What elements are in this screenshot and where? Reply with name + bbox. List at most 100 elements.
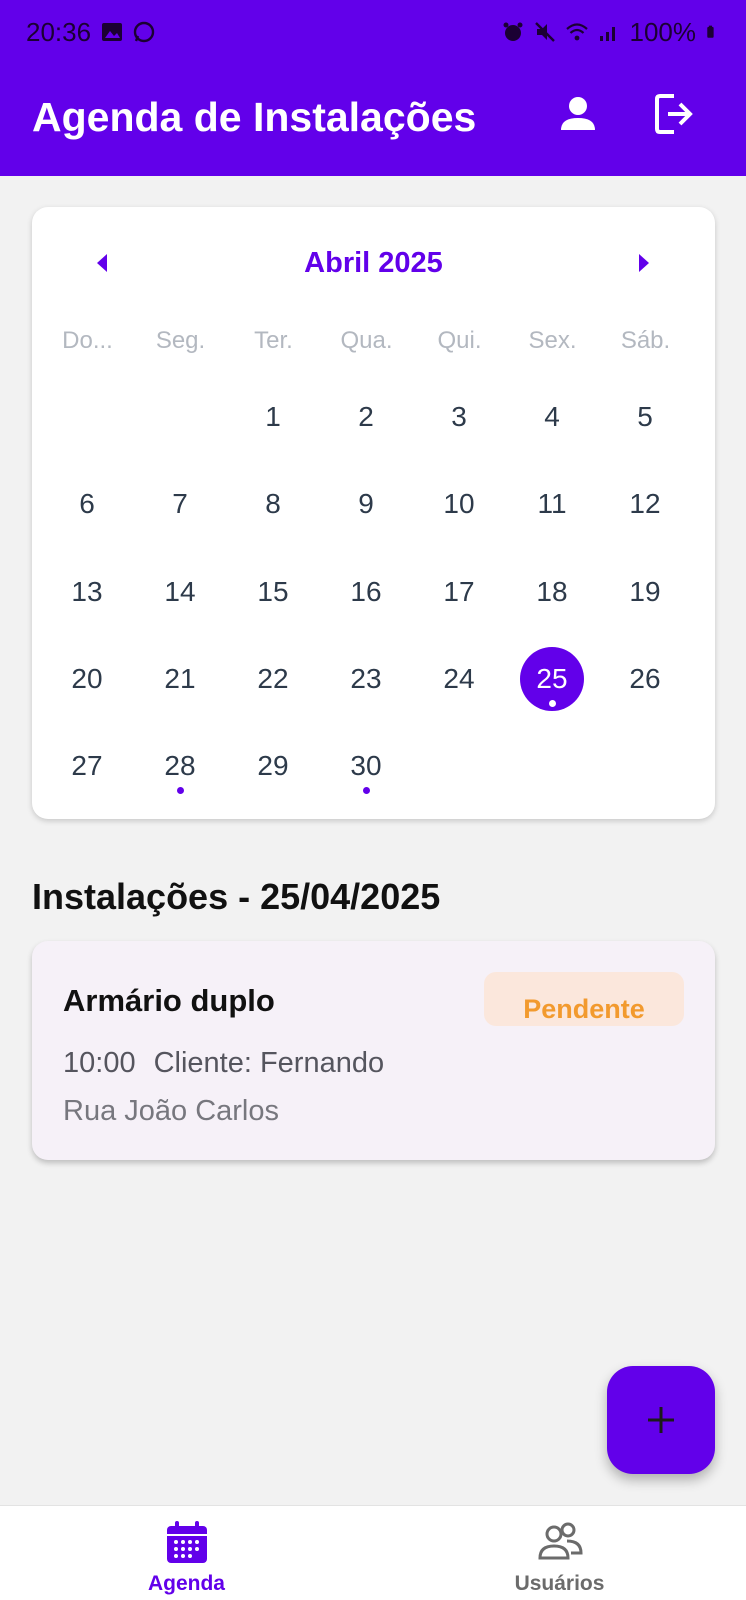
calendar-day-number: 14 [164, 576, 196, 607]
calendar-day-number: 18 [536, 576, 568, 607]
installation-client: Cliente: Fernando [153, 1047, 385, 1079]
person-icon [561, 97, 595, 130]
calendar-day-number: 2 [358, 401, 374, 432]
calendar-day-selected[interactable]: 25 [520, 647, 584, 711]
calendar-day[interactable]: 7 [148, 472, 212, 536]
calendar-day[interactable]: 10 [427, 472, 491, 536]
calendar-day[interactable]: 11 [520, 472, 584, 536]
weekday-label: Sáb. [620, 327, 671, 354]
calendar-day-number: 28 [164, 750, 196, 781]
status-badge: Pendente [484, 972, 684, 1026]
event-indicator-dot [363, 787, 370, 794]
calendar-day-number: 3 [451, 401, 467, 432]
mute-icon [534, 22, 555, 42]
calendar-day[interactable]: 17 [427, 560, 491, 624]
calendar-day-number: 16 [350, 576, 382, 607]
calendar-day[interactable]: 26 [613, 647, 677, 711]
status-time: 20:36 [26, 16, 92, 47]
calendar-day-number: 13 [71, 576, 103, 607]
calendar-day-number: 7 [172, 488, 188, 519]
calendar-day[interactable]: 21 [148, 647, 212, 711]
calendar-day[interactable]: 22 [241, 647, 305, 711]
installation-details: 10:00 Cliente: Fernando [63, 1047, 384, 1080]
calendar-day[interactable]: 1 [241, 385, 305, 449]
nav-label-agenda: Agenda [147, 1572, 225, 1595]
calendar-card: Abril 2025 Do... Seg. Ter. Qua. Qui. Sex. Sáb.… [32, 207, 715, 819]
calendar-day-number: 21 [164, 663, 196, 694]
calendar-day[interactable]: 9 [334, 472, 398, 536]
calendar-day-number: 5 [637, 401, 653, 432]
calendar-day-number: 27 [71, 750, 103, 781]
top-app-bar: 20:36 100% Agenda de Instalações [0, 0, 746, 176]
calendar-day[interactable]: 27 [55, 734, 119, 798]
bottom-navigation: Agenda Usuários [0, 1505, 746, 1600]
calendar-day[interactable]: 28 [148, 734, 212, 798]
calendar-day[interactable]: 2 [334, 385, 398, 449]
calendar-day-number: 12 [629, 488, 661, 519]
nav-item-usuarios[interactable]: Usuários [373, 1506, 746, 1600]
calendar-day[interactable]: 12 [613, 472, 677, 536]
calendar-day[interactable]: 6 [55, 472, 119, 536]
users-icon [538, 1522, 583, 1560]
calendar-day-number: 11 [537, 488, 567, 519]
calendar-day[interactable]: 19 [613, 560, 677, 624]
calendar-day-number: 4 [544, 401, 560, 432]
calendar-day[interactable]: 8 [241, 472, 305, 536]
calendar-day-number: 20 [71, 663, 103, 694]
logout-button[interactable] [648, 88, 700, 140]
plus-icon [648, 1407, 674, 1433]
weekday-header: Do... Seg. Ter. Qua. Qui. Sex. Sáb. [32, 327, 715, 367]
installation-address: Rua João Carlos [63, 1095, 279, 1127]
calendar-month-label: Abril 2025 [304, 247, 443, 279]
section-title: Instalações - 25/04/2025 [32, 876, 441, 917]
calendar-day-number: 15 [257, 576, 289, 607]
weekday-label: Qua. [340, 327, 393, 354]
signal-icon [599, 27, 615, 41]
whatsapp-icon [133, 21, 155, 43]
calendar-day-number: 30 [350, 750, 382, 781]
event-indicator-dot [177, 787, 184, 794]
installation-time: 10:00 [63, 1047, 136, 1079]
logout-icon [655, 94, 693, 134]
nav-item-agenda[interactable]: Agenda [0, 1506, 373, 1600]
weekday-label: Ter. [254, 327, 293, 354]
calendar-day[interactable]: 20 [55, 647, 119, 711]
calendar-day-number: 23 [350, 663, 382, 694]
add-installation-button[interactable] [607, 1366, 715, 1474]
calendar-day-number: 24 [443, 663, 475, 694]
calendar-day-number: 26 [629, 663, 661, 694]
calendar-day[interactable]: 14 [148, 560, 212, 624]
calendar-day-number: 8 [265, 488, 281, 519]
calendar-day[interactable]: 23 [334, 647, 398, 711]
chevron-right-icon [639, 254, 649, 272]
battery-percent: 100% [629, 16, 697, 47]
profile-button[interactable] [552, 88, 604, 140]
calendar-day[interactable]: 5 [613, 385, 677, 449]
calendar-day[interactable]: 29 [241, 734, 305, 798]
nav-label-usuarios: Usuários [514, 1572, 605, 1595]
status-bar: 20:36 100% [0, 0, 746, 64]
calendar-day[interactable]: 18 [520, 560, 584, 624]
calendar-day-number: 1 [265, 401, 281, 432]
calendar-day[interactable]: 3 [427, 385, 491, 449]
weekday-label: Sex. [528, 327, 577, 354]
calendar-day[interactable]: 15 [241, 560, 305, 624]
installation-card[interactable]: Armário duplo Pendente 10:00 Cliente: Fer… [32, 941, 715, 1160]
weekday-label: Do... [62, 327, 113, 354]
wifi-icon [565, 23, 588, 41]
calendar-day[interactable]: 16 [334, 560, 398, 624]
next-month-button[interactable] [624, 243, 664, 283]
status-badge-label: Pendente [523, 994, 645, 1024]
calendar-day-number: 25 [536, 663, 568, 694]
calendar-day-number: 10 [443, 488, 475, 519]
calendar-day-number: 29 [257, 750, 289, 781]
calendar-day[interactable]: 30 [334, 734, 398, 798]
calendar-day-number: 22 [257, 663, 289, 694]
calendar-day[interactable]: 24 [427, 647, 491, 711]
calendar-day[interactable]: 4 [520, 385, 584, 449]
battery-icon [707, 25, 714, 38]
gallery-icon [102, 23, 123, 41]
calendar-day-number: 9 [358, 488, 374, 519]
calendar-day-number: 19 [629, 576, 661, 607]
calendar-day[interactable]: 13 [55, 560, 119, 624]
